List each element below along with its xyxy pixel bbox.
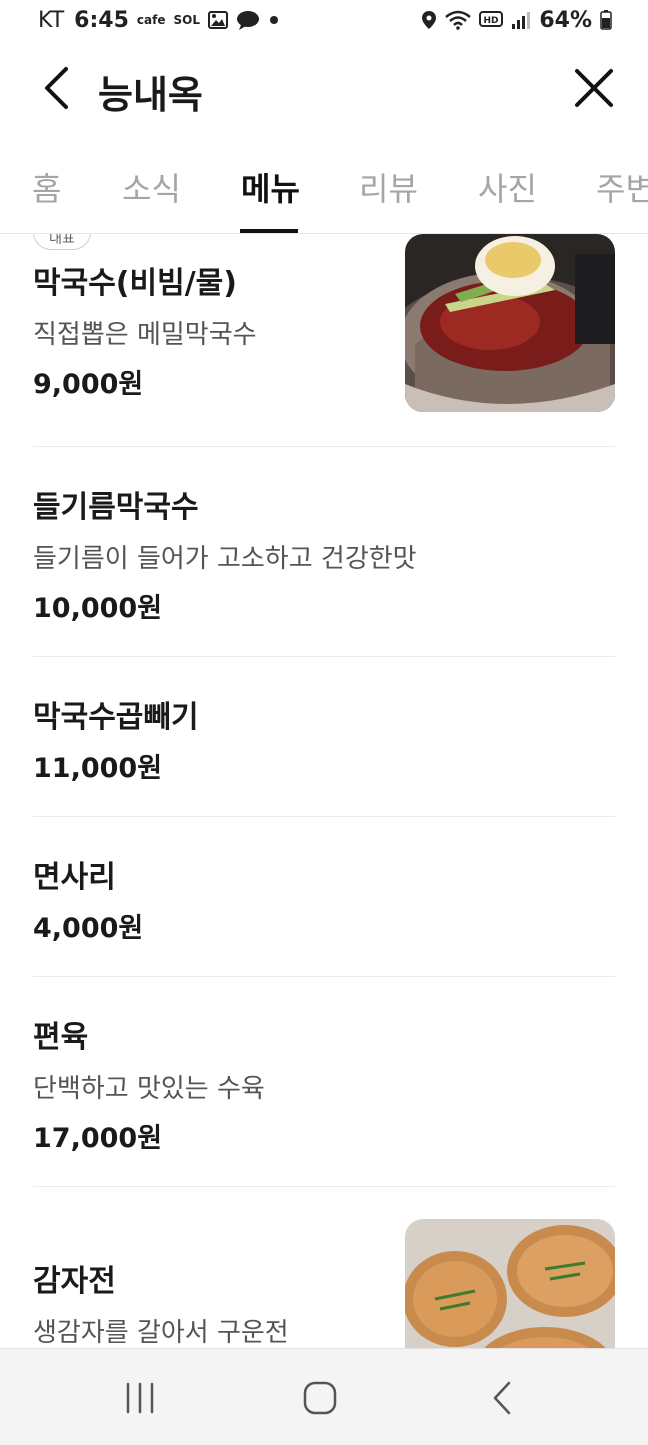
menu-item[interactable]: 면사리 4,000원 bbox=[33, 816, 615, 976]
status-bar: KT 6:45 cafe SOL HD 64% bbox=[0, 0, 648, 40]
chat-bubble-icon bbox=[236, 10, 260, 30]
tab-photos[interactable]: 사진 bbox=[478, 164, 537, 210]
home-icon bbox=[303, 1381, 337, 1415]
menu-item-description: 들기름이 들어가 고소하고 건강한맛 bbox=[33, 544, 417, 574]
carrier-label: KT bbox=[38, 7, 65, 33]
menu-item-price: 9,000원 bbox=[33, 369, 144, 400]
nav-back-icon bbox=[493, 1381, 511, 1415]
tab-bar: 홈 소식 메뉴 리뷰 사진 주변 bbox=[0, 136, 648, 234]
menu-item-photo[interactable] bbox=[405, 1219, 615, 1348]
recent-apps-button[interactable] bbox=[110, 1373, 170, 1423]
clock: 6:45 bbox=[74, 7, 129, 33]
menu-item-name: 감자전 bbox=[33, 1264, 116, 1299]
active-tab-indicator bbox=[240, 229, 298, 233]
status-left: KT 6:45 cafe SOL bbox=[38, 8, 280, 33]
menu-item[interactable]: 막국수곱빼기 11,000원 bbox=[33, 656, 615, 816]
tab-reviews[interactable]: 리뷰 bbox=[359, 164, 418, 210]
app-header: 능내옥 bbox=[0, 40, 648, 136]
menu-item-photo[interactable] bbox=[405, 234, 615, 412]
recent-apps-icon bbox=[126, 1382, 154, 1414]
wifi-icon bbox=[445, 10, 472, 30]
close-button[interactable] bbox=[568, 62, 620, 114]
menu-item-name: 막국수곱빼기 bbox=[33, 700, 199, 735]
menu-item[interactable]: 들기름막국수 들기름이 들어가 고소하고 건강한맛 10,000원 bbox=[33, 446, 615, 656]
hd-voice-icon: HD bbox=[479, 10, 504, 30]
menu-item-price: 11,000원 bbox=[33, 753, 163, 784]
close-icon bbox=[575, 69, 613, 107]
back-button[interactable] bbox=[32, 62, 80, 114]
menu-item-description: 생감자를 갈아서 구운전 bbox=[33, 1318, 289, 1348]
tab-menu[interactable]: 메뉴 bbox=[241, 164, 300, 210]
menu-list: 대표 막국수(비빔/물) 직접뽑은 메밀막국수 9,000원 들기름막국수 들기… bbox=[0, 234, 648, 1348]
menu-item-name: 들기름막국수 bbox=[33, 490, 199, 525]
status-right: HD 64% bbox=[421, 8, 612, 33]
menu-item[interactable]: 편육 단백하고 맛있는 수육 17,000원 bbox=[33, 976, 615, 1186]
signal-icon bbox=[511, 10, 531, 30]
home-button[interactable] bbox=[290, 1373, 350, 1423]
menu-item-description: 직접뽑은 메밀막국수 bbox=[33, 320, 257, 350]
location-icon bbox=[421, 10, 437, 30]
back-icon bbox=[45, 67, 68, 109]
nav-back-button[interactable] bbox=[472, 1373, 532, 1423]
notification-dot-icon bbox=[268, 14, 280, 26]
menu-item-price: 17,000원 bbox=[33, 1123, 163, 1154]
gallery-icon bbox=[207, 11, 228, 29]
tab-news[interactable]: 소식 bbox=[122, 164, 181, 210]
page-title: 능내옥 bbox=[98, 73, 203, 117]
menu-item-price: 10,000원 bbox=[33, 593, 163, 624]
menu-item-price: 4,000원 bbox=[33, 913, 144, 944]
cafe-app-icon: cafe bbox=[136, 13, 166, 27]
system-nav-bar bbox=[0, 1348, 648, 1445]
menu-item-name: 면사리 bbox=[33, 860, 116, 895]
battery-percent: 64% bbox=[539, 7, 592, 33]
svg-text:HD: HD bbox=[484, 16, 499, 26]
tab-nearby[interactable]: 주변 bbox=[596, 164, 648, 210]
menu-item-description: 단백하고 맛있는 수육 bbox=[33, 1074, 265, 1104]
battery-icon bbox=[600, 10, 612, 30]
menu-item-name: 막국수(비빔/물) bbox=[33, 266, 237, 301]
menu-item-name: 편육 bbox=[33, 1020, 89, 1055]
tab-home[interactable]: 홈 bbox=[32, 164, 61, 210]
sol-bank-icon: SOL bbox=[173, 13, 200, 27]
